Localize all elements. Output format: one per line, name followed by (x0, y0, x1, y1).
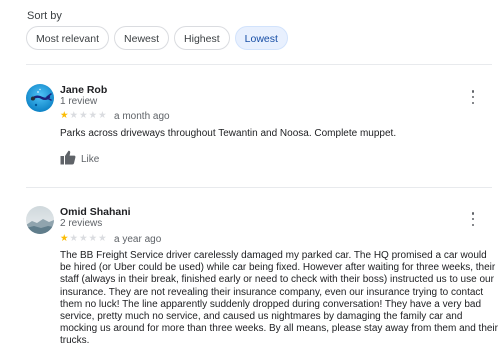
star-rating: ★ ★ ★ ★ ★ (60, 111, 107, 121)
sort-chips: Most relevant Newest Highest Lowest (26, 26, 288, 50)
star-empty-icon: ★ (98, 233, 107, 244)
reviewer-name[interactable]: Jane Rob (60, 84, 107, 96)
reviewer-review-count: 2 reviews (60, 218, 103, 229)
more-options-icon[interactable] (468, 90, 478, 104)
review-card: Omid Shahani 2 reviews ★ ★ ★ ★ ★ a year ago … (26, 206, 498, 346)
review-card: Jane Rob 1 review ★ ★ ★ ★ ★ a month ago Park… (26, 84, 492, 184)
star-empty-icon: ★ (88, 233, 98, 244)
review-text: The BB Freight Service driver carelessly… (60, 250, 498, 347)
divider (26, 64, 492, 65)
star-empty-icon: ★ (69, 110, 79, 121)
review-date: a year ago (114, 234, 162, 245)
like-label: Like (81, 153, 100, 165)
more-options-icon[interactable] (468, 212, 478, 226)
star-filled-icon: ★ (60, 110, 69, 121)
star-empty-icon: ★ (79, 110, 88, 121)
divider (26, 187, 492, 188)
star-empty-icon: ★ (98, 110, 107, 121)
sort-chip-newest[interactable]: Newest (114, 26, 170, 50)
reviewer-review-count: 1 review (60, 96, 98, 107)
landscape-photo-avatar[interactable] (26, 206, 54, 234)
star-empty-icon: ★ (69, 233, 79, 244)
sort-chip-lowest[interactable]: Lowest (234, 26, 288, 50)
diver-photo-avatar[interactable] (26, 84, 54, 112)
star-empty-icon: ★ (79, 233, 88, 244)
like-button[interactable]: Like (60, 150, 99, 168)
star-filled-icon: ★ (60, 233, 69, 244)
sort-label: Sort by (27, 10, 62, 22)
reviewer-name[interactable]: Omid Shahani (60, 206, 131, 218)
sort-chip-most-relevant[interactable]: Most relevant (26, 26, 110, 50)
review-text: Parks across driveways throughout Tewant… (60, 128, 397, 139)
sort-chip-highest[interactable]: Highest (174, 26, 230, 50)
star-rating: ★ ★ ★ ★ ★ (60, 234, 107, 244)
thumbs-up-icon (60, 150, 76, 168)
review-date: a month ago (114, 111, 170, 122)
star-empty-icon: ★ (88, 110, 98, 121)
